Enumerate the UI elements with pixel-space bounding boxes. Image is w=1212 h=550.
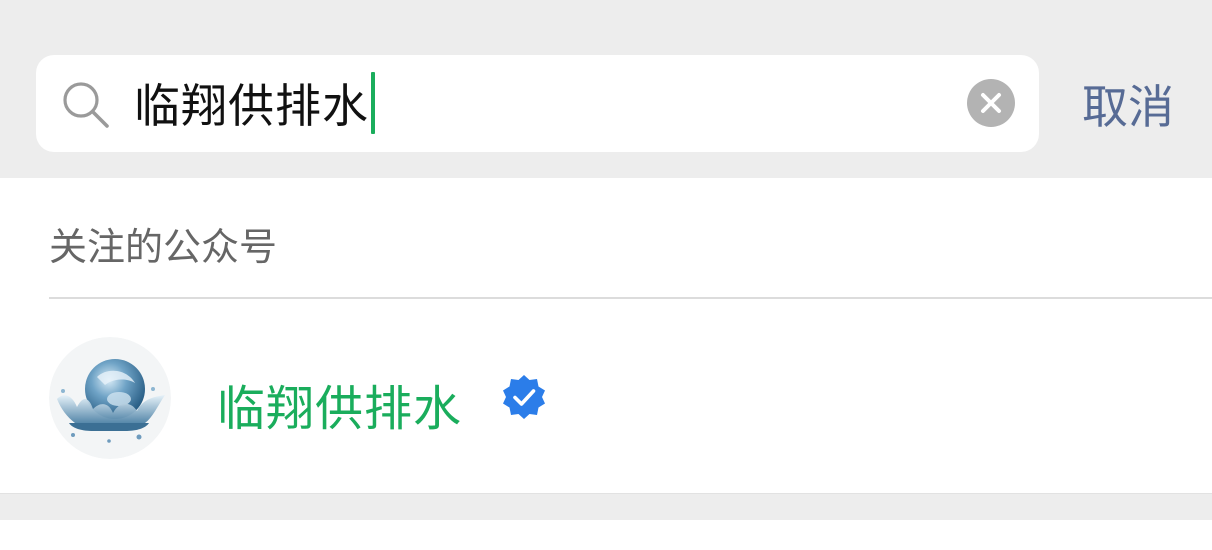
search-bar-area: 临翔供排水 取消	[0, 0, 1212, 178]
verified-icon	[503, 375, 545, 419]
search-icon	[63, 82, 109, 128]
next-section-edge	[0, 520, 1212, 550]
cancel-button[interactable]: 取消	[1065, 55, 1191, 152]
search-query-text: 临翔供排水	[134, 79, 369, 133]
search-box[interactable]: 临翔供排水	[36, 55, 1039, 152]
clear-icon[interactable]	[967, 79, 1015, 127]
text-caret	[371, 72, 375, 134]
search-results: 关注的公众号 临翔供排水	[0, 178, 1212, 493]
water-logo-icon	[49, 337, 171, 459]
account-name: 临翔供排水	[217, 381, 463, 437]
section-header: 关注的公众号	[49, 225, 278, 269]
result-item[interactable]: 临翔供排水	[0, 299, 1212, 493]
search-input[interactable]: 临翔供排水	[134, 72, 375, 134]
bottom-strip	[0, 493, 1212, 550]
avatar	[49, 337, 171, 459]
